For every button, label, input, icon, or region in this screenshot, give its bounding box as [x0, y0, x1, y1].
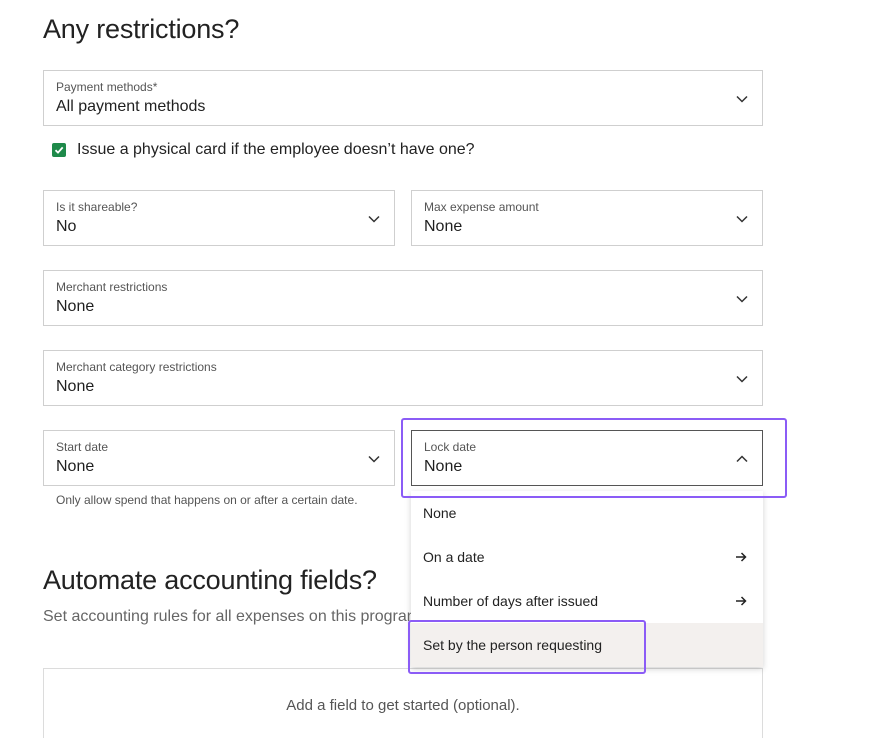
merchant-restrictions-select[interactable]: Merchant restrictions None: [43, 270, 763, 326]
chevron-down-icon: [736, 215, 748, 223]
merchant-restrictions-value: None: [56, 298, 95, 315]
lock-date-highlight: [401, 418, 787, 498]
restrictions-heading: Any restrictions?: [43, 14, 240, 44]
merchant-category-select[interactable]: Merchant category restrictions None: [43, 350, 763, 406]
chevron-down-icon: [368, 455, 380, 463]
arrow-right-icon: [736, 552, 747, 562]
chevron-down-icon: [736, 95, 748, 103]
merchant-category-value: None: [56, 378, 95, 395]
shareable-select[interactable]: Is it shareable? No: [43, 190, 395, 246]
physical-card-label: Issue a physical card if the employee do…: [77, 141, 475, 158]
arrow-right-icon: [736, 596, 747, 606]
payment-methods-label: Payment methods*: [56, 80, 158, 94]
accounting-subtext: Set accounting rules for all expenses on…: [43, 608, 421, 625]
max-expense-value: None: [424, 218, 463, 235]
physical-card-checkbox[interactable]: [52, 143, 66, 157]
accounting-fields-box[interactable]: Add a field to get started (optional).: [43, 668, 763, 738]
lock-date-option-on-a-date[interactable]: On a date: [411, 535, 763, 579]
start-date-select[interactable]: Start date None: [43, 430, 395, 486]
merchant-restrictions-label: Merchant restrictions: [56, 280, 168, 294]
set-by-requester-highlight: [408, 620, 646, 674]
accounting-heading: Automate accounting fields?: [43, 565, 377, 595]
physical-card-checkbox-row[interactable]: Issue a physical card if the employee do…: [52, 141, 475, 159]
max-expense-label: Max expense amount: [424, 200, 539, 214]
shareable-label: Is it shareable?: [56, 200, 138, 214]
start-date-helper: Only allow spend that happens on or afte…: [56, 493, 358, 507]
chevron-down-icon: [736, 295, 748, 303]
merchant-category-label: Merchant category restrictions: [56, 360, 217, 374]
chevron-down-icon: [368, 215, 380, 223]
accounting-placeholder: Add a field to get started (optional).: [286, 697, 520, 714]
start-date-value: None: [56, 458, 95, 475]
chevron-down-icon: [736, 375, 748, 383]
option-label: Number of days after issued: [423, 593, 599, 609]
shareable-value: No: [56, 218, 77, 235]
payment-methods-select[interactable]: Payment methods* All payment methods: [43, 70, 763, 126]
checkmark-icon: [54, 146, 64, 154]
start-date-label: Start date: [56, 440, 109, 454]
lock-date-option-days-after-issued[interactable]: Number of days after issued: [411, 579, 763, 623]
payment-methods-value: All payment methods: [56, 98, 206, 115]
option-label: None: [423, 505, 457, 521]
max-expense-select[interactable]: Max expense amount None: [411, 190, 763, 246]
option-label: On a date: [423, 549, 485, 565]
